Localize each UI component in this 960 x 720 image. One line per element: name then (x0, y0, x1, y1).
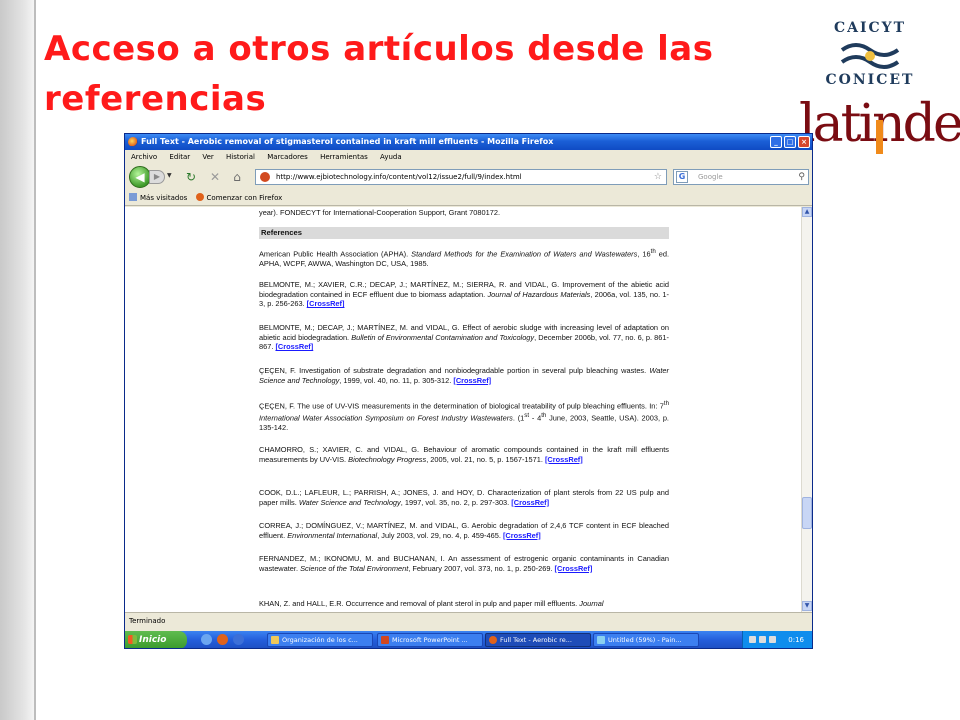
status-text: Terminado (129, 617, 166, 625)
scroll-down-icon[interactable]: ▼ (802, 601, 812, 611)
crossref-link[interactable]: [CrossRef] (545, 455, 583, 464)
system-tray: 0:16 (742, 631, 812, 648)
home-icon[interactable]: ⌂ (229, 169, 245, 185)
forward-button[interactable]: ▶ (149, 170, 165, 184)
search-icon[interactable]: ⚲ (798, 170, 805, 184)
taskbar-task-organizacion[interactable]: Organización de los c... (267, 633, 373, 647)
history-dropdown-icon[interactable]: ▼ (167, 172, 172, 179)
crossref-link[interactable]: [CrossRef] (511, 498, 549, 507)
crossref-link[interactable]: [CrossRef] (275, 342, 313, 351)
reference-item: CORREA, J.; DOMÍNGUEZ, V.; MARTÍNEZ, M. … (259, 521, 669, 540)
start-label: Inicio (139, 635, 167, 645)
caicyt-logo-bottom-text: CONICET (825, 72, 915, 88)
tray-security-icon[interactable] (769, 636, 776, 643)
vertical-scrollbar[interactable]: ▲ ▼ (801, 207, 812, 612)
clock[interactable]: 0:16 (788, 636, 804, 644)
crossref-link[interactable]: [CrossRef] (453, 376, 491, 385)
show-desktop-icon[interactable] (201, 634, 212, 645)
slide: Acceso a otros artículos desde las refer… (0, 0, 960, 720)
start-button[interactable]: Inicio (125, 631, 187, 648)
page-content: year). FONDECYT for International-Cooper… (125, 207, 801, 612)
search-input[interactable]: G Google ⚲ (673, 169, 809, 185)
url-bar[interactable]: http://www.ejbiotechnology.info/content/… (255, 169, 667, 185)
menu-marcadores[interactable]: Marcadores (267, 153, 308, 161)
windows-taskbar: Inicio Organización de los c... Microsof… (125, 631, 812, 648)
taskbar-task-paint[interactable]: Untitled (59%) - Pain... (593, 633, 699, 647)
close-button[interactable]: × (798, 136, 810, 148)
acknowledgement-line: year). FONDECYT for International-Cooper… (259, 208, 501, 217)
caicyt-logo-top-text: CAICYT (833, 20, 907, 36)
reference-item: ÇEÇEN, F. The use of UV-VIS measurements… (259, 400, 669, 433)
menu-archivo[interactable]: Archivo (131, 153, 157, 161)
reference-item: BELMONTE, M.; XAVIER, C.R.; DECAP, J.; M… (259, 280, 670, 309)
ie-quicklaunch-icon[interactable] (233, 634, 244, 645)
window-title: Full Text - Aerobic removal of stigmaste… (141, 137, 554, 146)
powerpoint-icon (381, 636, 389, 644)
reference-item: ÇEÇEN, F. Investigation of substrate deg… (259, 366, 669, 385)
back-button[interactable]: ◀ (129, 166, 151, 188)
slide-title: Acceso a otros artículos desde las refer… (44, 29, 714, 119)
bookmark-comenzar-firefox[interactable]: Comenzar con Firefox (195, 191, 282, 205)
taskbar-task-firefox[interactable]: Full Text - Aerobic re... (485, 633, 591, 647)
site-favicon-icon (260, 172, 270, 182)
menu-historial[interactable]: Historial (226, 153, 255, 161)
tray-network-icon[interactable] (749, 636, 756, 643)
status-bar: Terminado (125, 612, 812, 630)
latindex-i-bar (876, 120, 883, 154)
folder-icon (271, 636, 279, 644)
reference-item: BELMONTE, M.; DECAP, J.; MARTÍNEZ, M. an… (259, 323, 669, 352)
crossref-link[interactable]: [CrossRef] (503, 531, 541, 540)
crossref-link[interactable]: [CrossRef] (307, 299, 345, 308)
firefox-task-icon (489, 636, 497, 644)
navigation-toolbar: ◀ ▶ ▼ ↻ ✕ ⌂ http://www.ejbiotechnology.i… (125, 164, 812, 190)
references-heading: References (259, 227, 669, 239)
windows-flag-icon (128, 635, 137, 644)
reference-item: KHAN, Z. and HALL, E.R. Occurrence and r… (259, 599, 604, 608)
reference-item: FERNANDEZ, M.; IKONOMU, M. and BUCHANAN,… (259, 554, 669, 573)
latindex-logo: latindex (797, 94, 960, 158)
crossref-link[interactable]: [CrossRef] (555, 564, 593, 573)
reference-item: COOK, D.L.; LAFLEUR, L.; PARRISH, A.; JO… (259, 488, 669, 507)
slide-left-bar-edge (34, 0, 36, 720)
slide-left-bar (0, 0, 34, 720)
stop-icon[interactable]: ✕ (207, 169, 223, 185)
scroll-up-icon[interactable]: ▲ (802, 207, 812, 217)
bookmarks-toolbar: Más visitados Comenzar con Firefox (125, 191, 812, 206)
url-text: http://www.ejbiotechnology.info/content/… (276, 173, 522, 181)
tray-volume-icon[interactable] (759, 636, 766, 643)
browser-window: Full Text - Aerobic removal of stigmaste… (124, 133, 813, 649)
menu-editar[interactable]: Editar (169, 153, 190, 161)
reference-item: CHAMORRO, S.; XAVIER, C. and VIDAL, G. B… (259, 445, 669, 464)
firefox-bookmark-icon (195, 193, 204, 201)
menu-herramientas[interactable]: Herramientas (320, 153, 368, 161)
search-placeholder: Google (698, 173, 723, 181)
reload-icon[interactable]: ↻ (183, 169, 199, 185)
minimize-button[interactable]: _ (770, 136, 782, 148)
paint-icon (597, 636, 605, 644)
bookmark-mas-visitados[interactable]: Más visitados (129, 191, 187, 205)
maximize-button[interactable]: □ (784, 136, 796, 148)
google-engine-icon[interactable]: G (676, 171, 688, 183)
window-titlebar[interactable]: Full Text - Aerobic removal of stigmaste… (125, 134, 812, 150)
caicyt-logo: CAICYT CONICET (824, 16, 916, 96)
bookmark-folder-icon (129, 193, 137, 201)
menu-ver[interactable]: Ver (202, 153, 213, 161)
caicyt-wave-icon (840, 43, 900, 69)
firefox-icon (128, 137, 138, 147)
firefox-quicklaunch-icon[interactable] (217, 634, 228, 645)
menu-ayuda[interactable]: Ayuda (380, 153, 402, 161)
reference-item: American Public Health Association (APHA… (259, 248, 670, 269)
taskbar-task-powerpoint[interactable]: Microsoft PowerPoint ... (377, 633, 483, 647)
bookmark-star-icon[interactable]: ☆ (654, 170, 662, 184)
menu-bar: Archivo Editar Ver Historial Marcadores … (125, 150, 812, 164)
scrollbar-thumb[interactable] (802, 497, 812, 529)
